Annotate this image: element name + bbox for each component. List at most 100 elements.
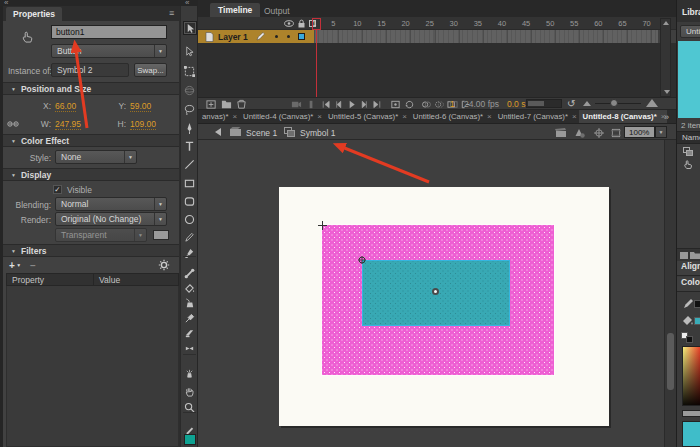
selection-tool-icon[interactable]: [184, 22, 196, 34]
layer-row[interactable]: Layer 1: [198, 30, 314, 43]
instance-type-dropdown[interactable]: Button▼: [51, 44, 167, 58]
scene-breadcrumb[interactable]: Scene 1: [246, 128, 277, 138]
instance-name-input[interactable]: [51, 25, 167, 39]
delete-layer-icon[interactable]: [236, 99, 247, 110]
tab-properties[interactable]: Properties: [6, 7, 62, 21]
ruler-frame-number[interactable]: 60: [590, 19, 606, 28]
blending-dropdown[interactable]: Normal▼: [55, 197, 167, 211]
fill-bucket-icon[interactable]: [682, 315, 694, 326]
subselection-tool-icon[interactable]: [184, 46, 196, 58]
new-symbol-icon[interactable]: [680, 251, 689, 260]
filter-options-gear-icon[interactable]: [158, 259, 172, 271]
clip-frame-icon[interactable]: [611, 128, 621, 138]
document-tab-label[interactable]: Untitled-8 (Canvas)*: [583, 112, 657, 121]
stage-zoom-field[interactable]: 100%: [624, 126, 655, 138]
center-frame-icon[interactable]: [390, 99, 401, 110]
spray-brush-tool-icon[interactable]: [184, 368, 196, 380]
center-stage-icon[interactable]: [594, 128, 604, 138]
document-tab-label[interactable]: Untitled-4 (Canvas)*: [243, 112, 313, 121]
zoom-in-frames-icon[interactable]: [646, 99, 658, 107]
tab-output[interactable]: Output: [256, 5, 298, 17]
go-to-first-frame-icon[interactable]: [320, 99, 331, 110]
new-folder-icon[interactable]: [690, 251, 700, 260]
ruler-frame-number[interactable]: 35: [470, 19, 486, 28]
timeline-v-scrollbar[interactable]: [660, 18, 671, 97]
brush-tool-icon[interactable]: [184, 248, 196, 260]
document-tab-label[interactable]: Untitled-5 (Canvas)*: [328, 112, 398, 121]
section-filters[interactable]: ▼Filters: [3, 244, 179, 257]
oval-tool-icon[interactable]: [184, 214, 196, 226]
ruler-frame-number[interactable]: 20: [398, 19, 414, 28]
swap-button[interactable]: Swap...: [134, 63, 167, 77]
bone-tool-icon[interactable]: [184, 268, 196, 280]
current-frame-value[interactable]: 1: [450, 99, 455, 109]
library-item-movieclip-icon[interactable]: [683, 147, 694, 157]
ruler-frame-number[interactable]: 25: [422, 19, 438, 28]
document-tab-label[interactable]: Untitled-7 (Canvas)*: [498, 112, 568, 121]
ruler-frame-number[interactable]: 40: [494, 19, 510, 28]
canvas-v-scrollbar[interactable]: [664, 140, 676, 447]
rotation-3d-tool-icon[interactable]: [184, 85, 196, 97]
color-panel-tab[interactable]: Color: [677, 277, 700, 292]
filters-col-property[interactable]: Property: [7, 274, 94, 285]
new-folder-icon[interactable]: [221, 99, 232, 110]
color-gradient-picker[interactable]: [682, 346, 700, 406]
tab-close-icon[interactable]: ×: [317, 112, 322, 121]
w-value[interactable]: 247.95: [55, 119, 81, 130]
tab-close-icon[interactable]: ×: [487, 112, 492, 121]
document-tab[interactable]: Untitled-6 (Canvas)* ×: [409, 110, 494, 123]
layer-outline-swatch[interactable]: [298, 33, 305, 40]
ruler-frame-number[interactable]: 55: [566, 19, 582, 28]
lasso-tool-icon[interactable]: [184, 104, 196, 116]
hand-tool-icon[interactable]: [184, 386, 196, 398]
fill-color-swatch-panel[interactable]: [694, 317, 700, 325]
tab-close-icon[interactable]: ×: [232, 112, 237, 121]
fill-color-swatch[interactable]: [184, 434, 196, 445]
visible-checkbox[interactable]: ✓: [53, 185, 62, 194]
registration-point[interactable]: [432, 288, 439, 295]
frame-zoom-thumb[interactable]: [610, 99, 618, 107]
document-tab[interactable]: Untitled-7 (Canvas)* ×: [494, 110, 579, 123]
free-transform-tool-icon[interactable]: [184, 66, 196, 78]
library-doc-dropdown[interactable]: Unti: [680, 25, 700, 38]
text-tool-icon[interactable]: [184, 141, 196, 153]
properties-menu-icon[interactable]: ≡: [169, 8, 174, 18]
tab-close-icon[interactable]: ×: [572, 112, 577, 121]
document-tab[interactable]: Untitled-8 (Canvas)*×: [579, 110, 668, 123]
layer-lock-dot[interactable]: [287, 35, 290, 38]
stage-zoom-dropdown-arrow[interactable]: ▼: [655, 126, 667, 138]
document-tab-label[interactable]: Untitled-6 (Canvas)*: [413, 112, 483, 121]
section-display[interactable]: ▼Display: [3, 168, 179, 181]
render-dropdown[interactable]: Original (No Change)▼: [55, 212, 167, 226]
ruler-frame-number[interactable]: 10: [349, 19, 365, 28]
ruler-frame-number[interactable]: 15: [373, 19, 389, 28]
lock-icon[interactable]: [297, 19, 306, 29]
align-panel-tab[interactable]: Align: [677, 261, 700, 276]
tab-close-icon[interactable]: ×: [402, 112, 407, 121]
onion-skin-outlines-icon[interactable]: [434, 99, 445, 110]
ruler-frame-number[interactable]: 5: [325, 19, 341, 28]
step-back-icon[interactable]: [333, 99, 344, 110]
camera-icon[interactable]: [291, 99, 302, 110]
tab-timeline[interactable]: Timeline: [210, 3, 260, 17]
ruler-frame-number[interactable]: 65: [614, 19, 630, 28]
y-value[interactable]: 59.00: [130, 101, 151, 112]
filters-col-value[interactable]: Value: [94, 274, 120, 285]
pasteboard[interactable]: [198, 140, 664, 447]
eraser-tool-icon[interactable]: [184, 328, 196, 340]
timeline-h-scrollbar[interactable]: [526, 99, 562, 108]
play-icon[interactable]: [346, 99, 357, 110]
style-dropdown[interactable]: None▼: [55, 150, 137, 164]
section-color-effect[interactable]: ▼Color Effect: [3, 134, 179, 147]
primitive-rectangle-tool-icon[interactable]: [184, 196, 196, 208]
elapsed-time-value[interactable]: 0.0 s: [507, 99, 525, 109]
pencil-tool-icon[interactable]: [184, 232, 196, 244]
swap-colors-icon[interactable]: [686, 336, 693, 343]
reset-zoom-icon[interactable]: ↺: [567, 98, 575, 109]
frame-rate-value[interactable]: 24.00 fps: [464, 99, 499, 109]
instance-of-field[interactable]: Symbol 2: [51, 63, 129, 77]
layer-frames-strip[interactable]: [314, 30, 658, 43]
pen-tool-icon[interactable]: [184, 123, 196, 135]
scroll-up-arrow-icon[interactable]: [663, 21, 669, 25]
document-tab[interactable]: Untitled-5 (Canvas)* ×: [324, 110, 409, 123]
